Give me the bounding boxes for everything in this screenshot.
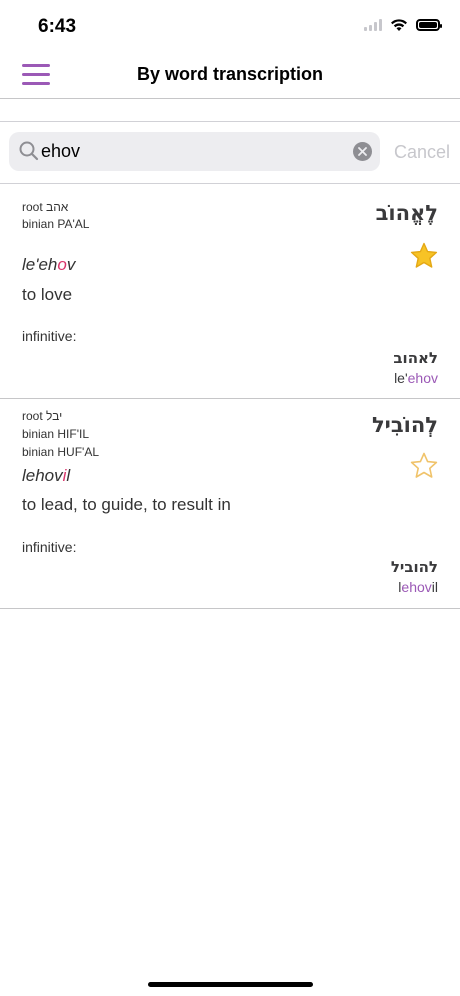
status-time: 6:43 bbox=[38, 16, 77, 37]
result-row[interactable]: root אהב binian PA'AL לֶאֱהוֹב le'ehov t… bbox=[0, 183, 460, 399]
hebrew-word: לְהוֹבִיל bbox=[371, 413, 438, 437]
stress-vowel: o bbox=[57, 255, 67, 274]
root-label: root יבל bbox=[22, 409, 63, 423]
hebrew-word: לֶאֱהוֹב bbox=[375, 201, 438, 225]
binian-label: binian PA'AL bbox=[22, 217, 90, 231]
star-filled-icon[interactable] bbox=[409, 241, 439, 271]
status-icons bbox=[364, 18, 442, 32]
home-indicator[interactable] bbox=[148, 982, 313, 987]
search-input[interactable] bbox=[41, 132, 341, 171]
transcription: le'ehov bbox=[22, 255, 76, 274]
cancel-button[interactable]: Cancel bbox=[394, 142, 450, 163]
search-bar: Cancel bbox=[0, 121, 460, 184]
clear-icon[interactable] bbox=[353, 142, 372, 161]
meaning: to love bbox=[22, 285, 73, 304]
infinitive-hebrew: לאהוב bbox=[393, 349, 438, 367]
binian-label: binian HUF'AL bbox=[22, 445, 99, 459]
navigation-bar: By word transcription bbox=[0, 54, 460, 99]
cellular-signal-icon bbox=[364, 19, 382, 31]
status-bar: 6:43 bbox=[0, 0, 460, 54]
search-field[interactable] bbox=[9, 132, 380, 171]
transcription: lehovil bbox=[22, 466, 71, 485]
search-icon bbox=[19, 141, 39, 161]
battery-icon bbox=[416, 19, 442, 31]
result-row[interactable]: root יבל binian HIF'IL binian HUF'AL לְה… bbox=[0, 399, 460, 609]
wifi-icon bbox=[391, 19, 407, 31]
infinitive-transcription: lehovil bbox=[398, 579, 438, 595]
binian-label: binian HIF'IL bbox=[22, 427, 89, 441]
star-outline-icon[interactable] bbox=[409, 451, 439, 481]
infinitive-hebrew: להוביל bbox=[390, 558, 438, 576]
infinitive-label: infinitive: bbox=[22, 539, 77, 555]
page-title: By word transcription bbox=[136, 64, 324, 84]
infinitive-label: infinitive: bbox=[22, 328, 77, 344]
root-label: root אהב bbox=[22, 200, 69, 214]
meaning: to lead, to guide, to result in bbox=[22, 495, 231, 514]
infinitive-transcription: le'ehov bbox=[394, 370, 438, 386]
